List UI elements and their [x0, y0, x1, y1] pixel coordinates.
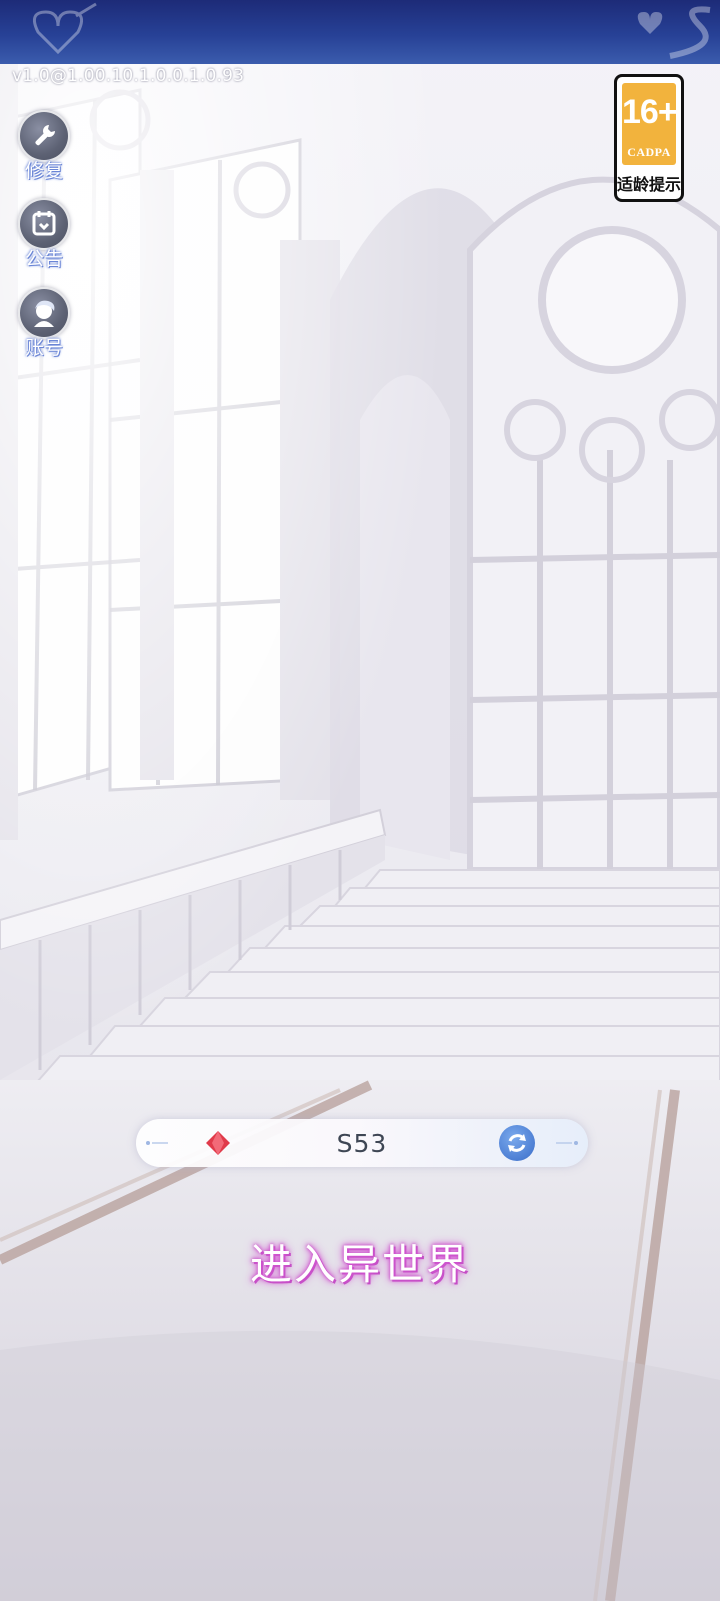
repair-button[interactable]: 修复 — [18, 110, 70, 183]
age-rating-number: 16+ — [622, 93, 678, 131]
notice-label: 公告 — [24, 248, 63, 270]
heart-swirl-icon — [637, 6, 711, 59]
age-rating-badge[interactable]: 16+ CADPA 适龄提示 — [614, 74, 684, 202]
notice-icon — [18, 198, 70, 250]
age-rating-org: CADPA — [627, 145, 671, 159]
wrench-icon — [18, 110, 70, 162]
avatar-icon — [18, 287, 70, 339]
refresh-icon — [508, 1134, 526, 1152]
notice-button[interactable]: 公告 — [18, 198, 70, 271]
age-rating-box: 16+ CADPA — [622, 83, 678, 165]
repair-label: 修复 — [24, 160, 63, 182]
version-label: v1.0@1.00.10.1.0.0.1.0.93 — [12, 66, 245, 86]
enter-world-button[interactable]: 进入异世界 — [210, 1230, 510, 1300]
heart-wings-icon — [32, 2, 97, 55]
enter-world-label: 进入异世界 — [249, 1240, 470, 1289]
server-selector[interactable]: S53 — [136, 1119, 588, 1167]
refresh-server-button[interactable] — [499, 1125, 535, 1161]
top-banner — [0, 0, 720, 64]
account-button[interactable]: 账号 — [18, 287, 70, 360]
account-label: 账号 — [24, 337, 63, 359]
sparkle-dots-icon — [556, 1141, 578, 1145]
background-scene — [0, 0, 720, 1601]
age-rating-tip: 适龄提示 — [617, 175, 682, 194]
